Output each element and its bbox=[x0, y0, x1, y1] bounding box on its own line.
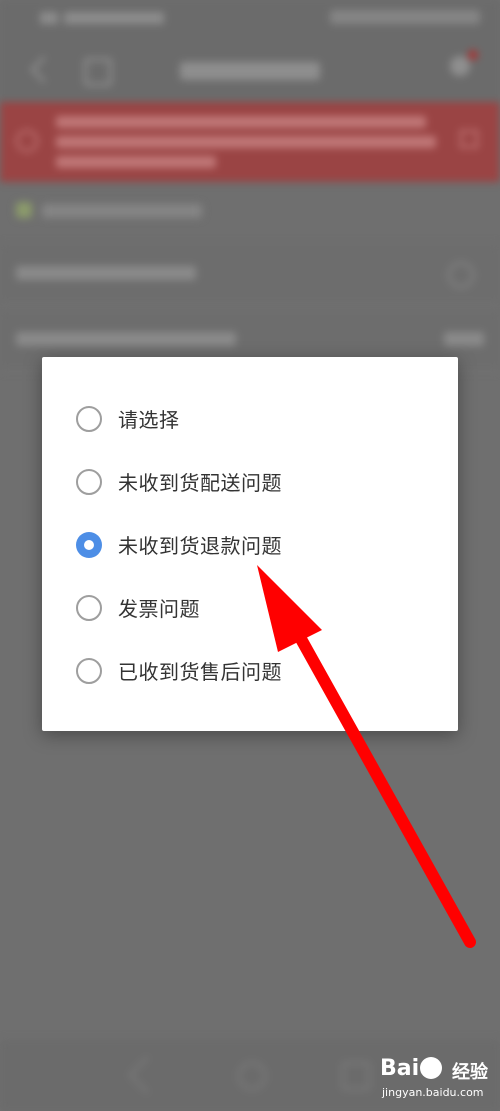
option-label: 未收到货配送问题 bbox=[118, 471, 282, 495]
option-refund-issue[interactable]: 未收到货退款问题 bbox=[42, 513, 458, 576]
jingyan-text: 经验 bbox=[452, 1062, 488, 1083]
back-icon bbox=[30, 56, 57, 83]
page-title bbox=[180, 62, 320, 80]
notice-banner bbox=[0, 102, 500, 182]
signal-icon bbox=[40, 12, 58, 24]
nav-bar bbox=[0, 40, 500, 102]
option-please-select[interactable]: 请选择 bbox=[42, 387, 458, 450]
home-icon bbox=[84, 58, 112, 86]
option-after-sales-issue[interactable]: 已收到货售后问题 bbox=[42, 639, 458, 702]
radio-icon[interactable] bbox=[76, 657, 102, 684]
radio-checked-icon[interactable] bbox=[76, 531, 102, 558]
tip-icon bbox=[16, 202, 32, 218]
status-bar bbox=[0, 0, 500, 40]
more-icon bbox=[450, 56, 470, 76]
radio-icon[interactable] bbox=[76, 594, 102, 621]
option-invoice-issue[interactable]: 发票问题 bbox=[42, 576, 458, 639]
tip-row bbox=[16, 200, 206, 220]
form-row bbox=[0, 244, 500, 305]
baidu-logo: Bai bbox=[380, 1056, 443, 1081]
paw-icon bbox=[420, 1057, 443, 1079]
option-delivery-issue[interactable]: 未收到货配送问题 bbox=[42, 450, 458, 513]
radio-icon[interactable] bbox=[76, 405, 102, 432]
notification-dot bbox=[468, 50, 478, 60]
watermark: Bai 经验 jingyan.baidu.com bbox=[380, 1056, 496, 1106]
chevron-icon bbox=[448, 262, 474, 288]
option-label: 未收到货退款问题 bbox=[118, 534, 282, 558]
recents-icon bbox=[342, 1062, 370, 1090]
info-icon bbox=[16, 130, 38, 152]
option-label: 请选择 bbox=[118, 408, 180, 432]
option-label: 发票问题 bbox=[118, 597, 200, 621]
status-icons bbox=[330, 10, 480, 24]
back-icon bbox=[128, 1056, 166, 1094]
home-icon bbox=[238, 1062, 266, 1090]
close-icon bbox=[460, 130, 478, 148]
carrier-text bbox=[64, 12, 164, 24]
watermark-url: jingyan.baidu.com bbox=[382, 1086, 484, 1099]
option-label: 已收到货售后问题 bbox=[118, 660, 282, 684]
radio-icon[interactable] bbox=[76, 468, 102, 495]
reason-select-dialog: 请选择 未收到货配送问题 未收到货退款问题 发票问题 已收到货售后问题 bbox=[42, 357, 458, 731]
